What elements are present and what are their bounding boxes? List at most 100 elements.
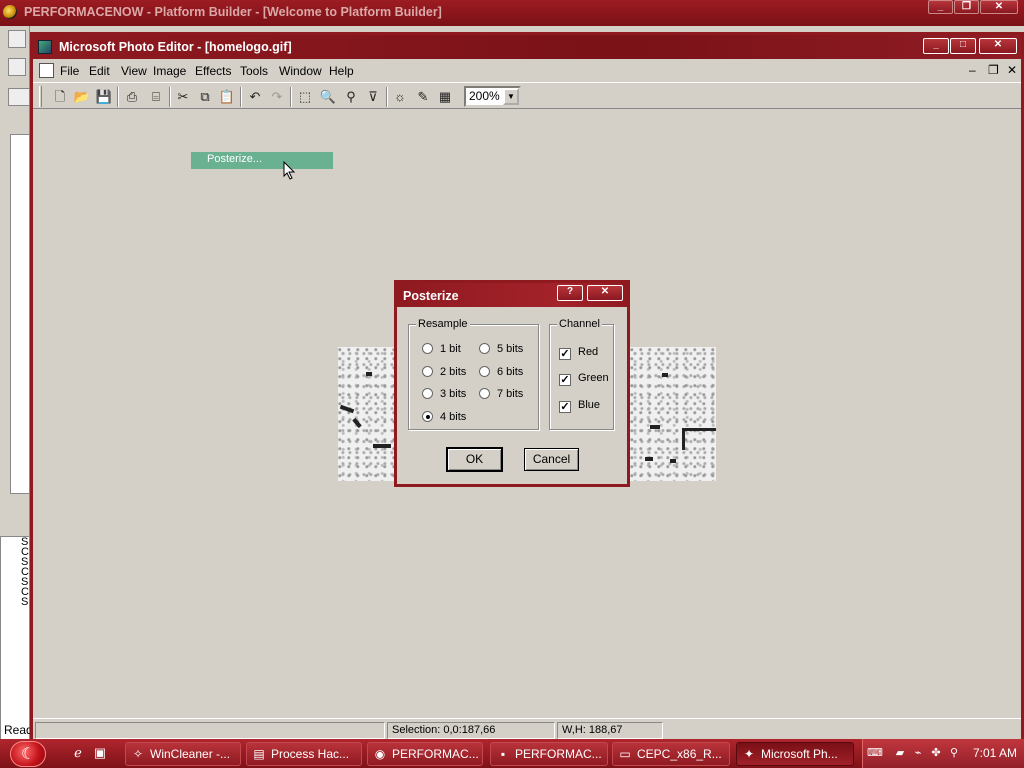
ok-button[interactable]: OK (446, 447, 503, 472)
pe-close-button[interactable]: ✕ (979, 38, 1017, 54)
menu-file[interactable]: File (60, 64, 79, 78)
menu-bar: File Edit View Image Effects Tools Windo… (33, 61, 1021, 81)
platform-builder-title: PERFORMACENOW - Platform Builder - [Welc… (24, 5, 442, 19)
copy-icon[interactable]: ⧉ (196, 88, 214, 106)
pb-combo-fragment[interactable] (8, 88, 30, 106)
sharpen-icon[interactable]: ⊽ (364, 88, 382, 106)
dialog-titlebar[interactable]: Posterize ? ✕ (397, 283, 627, 307)
pb-output-pane: S C S C S C S (0, 536, 30, 741)
paste-icon[interactable]: 📋 (218, 88, 236, 106)
radio-label: 6 bits (497, 366, 524, 378)
smudge-icon[interactable]: ⚲ (342, 88, 360, 106)
save-icon[interactable]: 💾 (95, 88, 113, 106)
mdi-restore-button[interactable]: ❐ (988, 63, 999, 77)
channel-legend: Channel (557, 318, 602, 330)
pb-close-button[interactable]: ✕ (980, 0, 1018, 14)
pb-minimize-button[interactable]: _ (928, 0, 953, 14)
checkbox-red[interactable]: ✓ Red (559, 346, 598, 360)
task-label: CEPC_x86_R... (637, 747, 722, 761)
scan-icon[interactable]: ⌸ (147, 88, 165, 106)
task-process-hacker[interactable]: ▤ Process Hac... (246, 742, 362, 766)
radio-icon (422, 388, 433, 399)
open-icon[interactable]: 📂 (73, 88, 91, 106)
menu-edit[interactable]: Edit (89, 64, 110, 78)
menu-tools[interactable]: Tools (240, 64, 268, 78)
radio-icon (479, 366, 490, 377)
task-wincleaner[interactable]: ✧ WinCleaner -... (125, 742, 241, 766)
posterize-dialog: Posterize ? ✕ Resample 1 bit 2 bits 3 bi… (394, 280, 630, 487)
radio-2-bits[interactable]: 2 bits (422, 366, 466, 378)
keyboard-icon[interactable]: ⌨ (867, 746, 883, 760)
menu-view[interactable]: View (121, 64, 147, 78)
print-icon[interactable]: ⎙ (123, 88, 141, 106)
brightness-icon[interactable]: ☼ (391, 88, 409, 106)
task-label: Process Hac... (271, 747, 350, 761)
monitor-icon: ▤ (253, 747, 265, 761)
start-button[interactable] (10, 741, 46, 767)
internet-explorer-icon[interactable]: ℯ (70, 745, 86, 761)
undo-icon[interactable]: ↶ (246, 88, 264, 106)
resample-group: Resample 1 bit 2 bits 3 bits 4 bits 5 bi… (408, 318, 539, 430)
photo-editor-icon: ✦ (743, 747, 755, 761)
properties-icon[interactable]: ▦ (436, 88, 454, 106)
help-button[interactable]: ? (557, 285, 583, 301)
mdi-minimize-button[interactable]: – (969, 63, 976, 77)
cancel-button[interactable]: Cancel (524, 448, 579, 471)
cut-icon[interactable]: ✂ (174, 88, 192, 106)
menu-image[interactable]: Image (153, 64, 186, 78)
search-icon[interactable]: ⚲ (947, 746, 961, 760)
menu-effects[interactable]: Effects (195, 64, 231, 78)
task-cepc-folder[interactable]: ▭ CEPC_x86_R... (612, 742, 730, 766)
network-icon[interactable]: ⌁ (911, 746, 925, 760)
pe-minimize-button[interactable]: _ (923, 38, 949, 54)
pb-restore-button[interactable]: ❐ (954, 0, 979, 14)
toolbar-grip[interactable] (39, 86, 42, 107)
radio-1-bit[interactable]: 1 bit (422, 343, 461, 355)
checkmark-icon: ✓ (559, 401, 571, 413)
radio-6-bits[interactable]: 6 bits (479, 366, 523, 378)
document-icon[interactable] (39, 63, 54, 78)
menu-help[interactable]: Help (329, 64, 354, 78)
pb-toolbar-new-icon[interactable] (8, 58, 26, 76)
task-performacenow-console[interactable]: ▪ PERFORMAC... (490, 742, 608, 766)
close-button[interactable]: ✕ (587, 285, 623, 301)
output-line: S (21, 596, 29, 608)
task-label: PERFORMAC... (392, 747, 479, 761)
status-bar: Selection: 0,0:187,66 W,H: 188,67 (33, 718, 1021, 739)
show-desktop-icon[interactable]: ▣ (92, 745, 108, 761)
platform-builder-icon: ◉ (374, 747, 386, 761)
pen-icon[interactable]: ✎ (414, 88, 432, 106)
checkbox-green[interactable]: ✓ Green (559, 372, 609, 386)
clock[interactable]: 7:01 AM (973, 746, 1017, 760)
select-icon[interactable]: ⬚ (296, 88, 314, 106)
pe-maximize-button[interactable]: □ (950, 38, 976, 54)
radio-label: 7 bits (497, 388, 524, 400)
checkbox-blue[interactable]: ✓ Blue (559, 399, 600, 413)
new-icon[interactable]: 🗋 (51, 88, 69, 106)
task-label: WinCleaner -... (150, 747, 231, 761)
pb-status-text: Read (4, 723, 33, 737)
cpu-monitor-icon[interactable]: ▰ (893, 746, 907, 760)
image-canvas-left[interactable] (338, 347, 398, 481)
radio-icon (479, 388, 490, 399)
radio-4-bits[interactable]: 4 bits (422, 411, 466, 423)
chevron-down-icon[interactable]: ▼ (503, 88, 519, 105)
task-performacenow-pb[interactable]: ◉ PERFORMAC... (367, 742, 483, 766)
pb-workspace-tree[interactable] (10, 134, 30, 494)
task-photo-editor[interactable]: ✦ Microsoft Ph... (736, 742, 854, 766)
checkbox-label: Blue (578, 399, 601, 411)
image-canvas-right[interactable] (630, 347, 716, 481)
redo-icon[interactable]: ↷ (268, 88, 286, 106)
taskbar: ℯ ▣ ✧ WinCleaner -... ▤ Process Hac... ◉ PE… (0, 739, 1024, 768)
zoom-icon[interactable]: 🔍 (319, 88, 337, 106)
menu-window[interactable]: Window (279, 64, 322, 78)
tool-icon[interactable]: ✤ (929, 746, 943, 760)
mdi-close-button[interactable]: ✕ (1007, 63, 1017, 77)
pb-toolbar-copy-icon[interactable] (8, 30, 26, 48)
task-label: PERFORMAC... (515, 747, 602, 761)
radio-3-bits[interactable]: 3 bits (422, 388, 466, 400)
status-dimensions: W,H: 188,67 (557, 722, 663, 739)
radio-5-bits[interactable]: 5 bits (479, 343, 523, 355)
radio-7-bits[interactable]: 7 bits (479, 388, 523, 400)
zoom-combo[interactable]: 200% ▼ (464, 86, 521, 107)
